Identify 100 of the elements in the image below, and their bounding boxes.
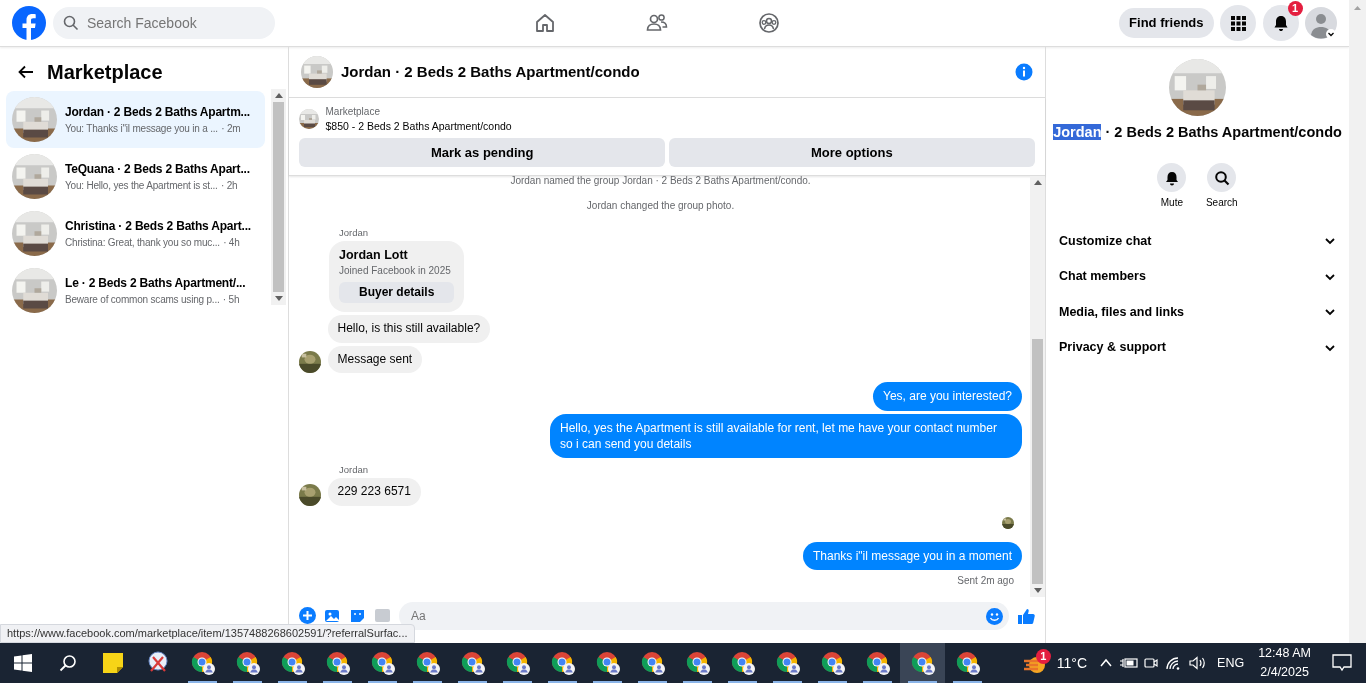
scrollbar[interactable]: [1030, 176, 1045, 597]
chrome-icon: [820, 651, 845, 675]
scroll-up-icon[interactable]: [1033, 180, 1042, 185]
scroll-up-icon[interactable]: [274, 93, 283, 98]
buyer-details-button[interactable]: Buyer details: [339, 281, 455, 304]
chrome-icon: [640, 651, 665, 675]
message-field[interactable]: Aa: [409, 606, 986, 626]
sidebar-title: Marketplace: [47, 60, 163, 85]
bell-icon: [1271, 14, 1290, 32]
camera-icon[interactable]: [1144, 655, 1159, 671]
avatar-icon: [1305, 7, 1337, 39]
back-icon[interactable]: [18, 65, 34, 79]
message-bubble: Hello, is this still available?: [327, 315, 491, 343]
search-icon: [1213, 169, 1230, 186]
scrollbar[interactable]: [271, 89, 286, 305]
chrome-icon: [190, 651, 215, 675]
clock-date[interactable]: 2/4/2025: [1260, 663, 1309, 682]
chrome-icon: [505, 651, 530, 675]
message-preview: You: Thanks i"il message you in a ...: [65, 122, 218, 136]
conversation-item[interactable]: Le · 2 Beds 2 Baths Apartment/... Beware of common scams using p... · 5h: [6, 262, 265, 319]
notifications-icon[interactable]: [1332, 654, 1352, 672]
thumbs-up-icon[interactable]: [1017, 607, 1035, 625]
facebook-logo[interactable]: [12, 6, 46, 40]
search-icon: [63, 15, 79, 31]
message-bubble: Message sent: [327, 345, 423, 374]
action-label: Search: [1205, 196, 1238, 211]
emoji-icon[interactable]: [986, 607, 1003, 625]
mute-button[interactable]: [1157, 163, 1187, 193]
message-bubble: 229 223 6571: [327, 478, 421, 507]
conversation-item[interactable]: Jordan · 2 Beds 2 Baths Apartm... You: Thanks i"il message you in a ... · 2m: [6, 91, 265, 148]
conversation-title: Christina · 2 Beds 2 Baths Apart...: [65, 218, 251, 235]
system-message: Jordan named the group Jordan · 2 Beds 2 Baths Apartment/condo.: [509, 176, 812, 186]
plus-icon[interactable]: [299, 607, 316, 624]
note-icon: [101, 652, 124, 674]
system-message: Jordan changed the group photo.: [585, 201, 736, 211]
profile-name: Jordan Lott: [339, 247, 409, 264]
account-button[interactable]: [1305, 7, 1337, 39]
taskbar-app[interactable]: [900, 643, 945, 683]
weather-button[interactable]: 1: [1018, 643, 1051, 683]
chevron-down-icon: [1324, 235, 1336, 247]
chrome-icon: [955, 651, 980, 675]
action-label: Mute: [1160, 196, 1183, 211]
message-bubble: Hello, yes the Apartment is still available for rent, let me have your contact number so i can send you details: [550, 413, 1022, 459]
page-scrollbar[interactable]: [1349, 0, 1366, 643]
chrome-icon: [730, 651, 755, 675]
chrome-icon: [370, 651, 395, 675]
language-indicator[interactable]: ENG: [1217, 653, 1245, 673]
clock-time[interactable]: 12:48 AM: [1258, 644, 1311, 663]
chrome-icon: [595, 651, 620, 675]
grid-icon: [1230, 15, 1246, 31]
listing-title: $850 - 2 Beds 2 Baths Apartment/condo: [325, 119, 512, 134]
conversation-title: TeQuana · 2 Beds 2 Baths Apart...: [65, 161, 250, 178]
message-box[interactable]: Aa: [399, 602, 1009, 630]
battery-icon[interactable]: [1119, 656, 1138, 670]
menu-button[interactable]: [1220, 5, 1256, 41]
message-time: · 2h: [220, 179, 238, 193]
section-toggle[interactable]: Privacy & support: [1046, 329, 1349, 366]
message-preview: You: Hello, yes the Apartment is st...: [65, 179, 218, 193]
message-time: · 5h: [222, 293, 240, 307]
section-toggle[interactable]: Chat members: [1046, 258, 1349, 295]
link-preview-tooltip: https://www.facebook.com/marketplace/item/1357488268602591/?referralSurfac...: [0, 623, 415, 643]
image-icon[interactable]: [324, 607, 341, 624]
message-bubble: Thanks i"il message you in a moment: [803, 542, 1022, 571]
conversation-item[interactable]: TeQuana · 2 Beds 2 Baths Apart... You: Hello, yes the Apartment is st... · 2h: [6, 148, 265, 205]
home-icon[interactable]: [534, 12, 557, 34]
search-field[interactable]: Search Facebook: [85, 11, 255, 35]
find-friends-button[interactable]: Find friends: [1119, 8, 1214, 38]
search-icon: [58, 654, 77, 672]
people-icon[interactable]: [646, 12, 669, 34]
search-box[interactable]: Search Facebook: [53, 7, 275, 39]
bell-icon: [1163, 169, 1180, 186]
sticker-icon[interactable]: [349, 607, 366, 624]
chrome-icon: [415, 651, 440, 675]
message-time: · 4h: [223, 236, 240, 250]
search-button[interactable]: [1207, 163, 1237, 193]
section-toggle[interactable]: Customize chat: [1046, 223, 1349, 259]
chrome-icon: [685, 651, 710, 675]
conversation-title: Jordan · 2 Beds 2 Baths Apartm...: [65, 104, 250, 121]
section-toggle[interactable]: Media, files and links: [1046, 294, 1349, 330]
chrome-icon: [280, 651, 305, 675]
speaker-icon[interactable]: [1189, 656, 1208, 670]
message-preview: Beware of common scams using p...: [65, 293, 220, 307]
chrome-icon: [865, 651, 890, 675]
listing-action-button[interactable]: More options: [668, 138, 1035, 167]
chrome-icon: [235, 651, 260, 675]
message-bubble: Yes, are you interested?: [873, 382, 1022, 411]
scroll-down-icon[interactable]: [1033, 588, 1042, 593]
conversation-title: Le · 2 Beds 2 Baths Apartment/...: [65, 275, 246, 292]
sent-status: Sent 2m ago: [957, 574, 1014, 589]
profile-subtitle: Joined Facebook in 2025: [339, 263, 452, 277]
conversation-item[interactable]: Christina · 2 Beds 2 Baths Apart... Christina: Great, thank you so muc... · 4h: [6, 205, 265, 262]
chrome-icon: [460, 651, 485, 675]
sender-name: Jordan: [339, 465, 369, 476]
scroll-down-icon[interactable]: [274, 296, 283, 301]
chrome-icon: [550, 651, 575, 675]
message-time: · 2m: [221, 122, 241, 136]
info-icon[interactable]: [1015, 63, 1033, 81]
listing-action-button[interactable]: Mark as pending: [299, 138, 666, 167]
conversation-name: Jordan · 2 Beds 2 Baths Apartment/condo: [1053, 123, 1342, 142]
group-icon[interactable]: [758, 12, 781, 34]
